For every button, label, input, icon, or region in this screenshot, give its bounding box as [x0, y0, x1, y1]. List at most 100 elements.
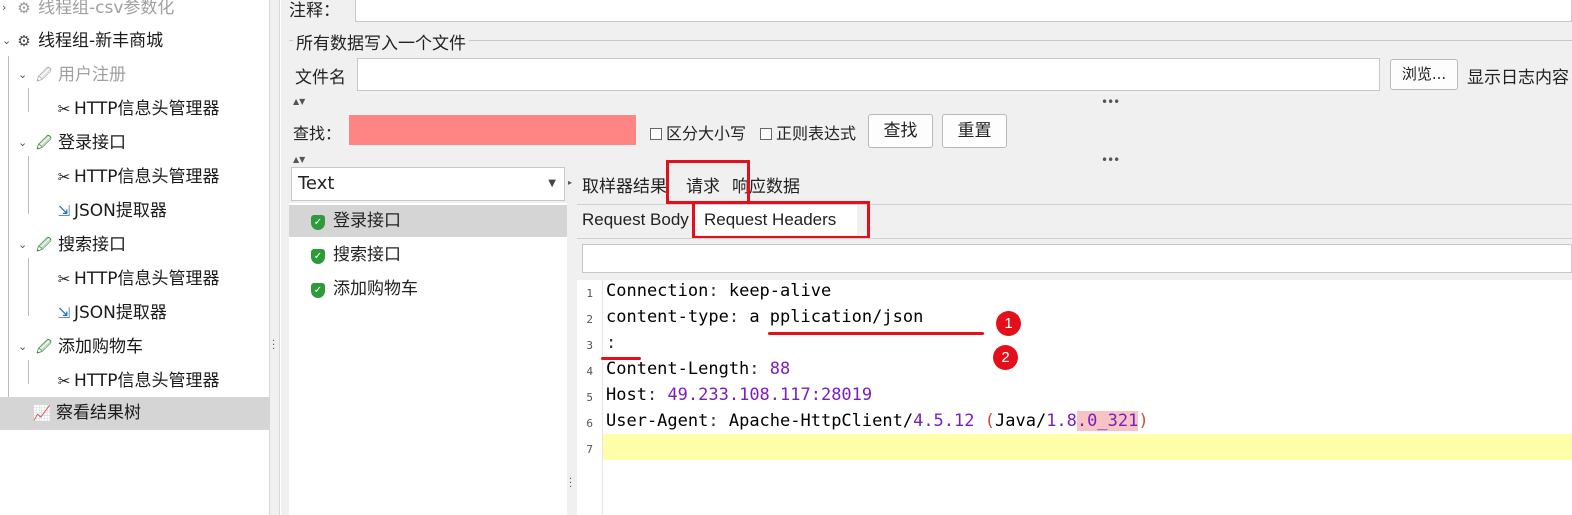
- tree-guide: [28, 88, 29, 112]
- header-value: a pplication/json: [749, 307, 924, 327]
- editor-filter-input[interactable]: [582, 244, 1572, 273]
- header-value: (: [984, 411, 995, 431]
- collapse-arrow-icon[interactable]: ⌄: [2, 26, 11, 56]
- tree-guide: [28, 360, 29, 384]
- checkbox-icon[interactable]: [760, 128, 772, 140]
- tree-item-add-cart[interactable]: ⌄ 🖉 添加购物车: [18, 332, 143, 362]
- chevron-down-icon[interactable]: ▼: [548, 168, 556, 200]
- code-text: Host: 49.233.108.117:28019: [606, 382, 872, 408]
- log-content-label: 显示日志内容: [1467, 68, 1569, 88]
- gear-icon: ⚙: [17, 32, 31, 50]
- tree-item-header-manager[interactable]: ✂ HTTP信息头管理器: [54, 264, 220, 294]
- header-key: Host: [606, 385, 647, 405]
- extractor-icon: ⇲: [57, 304, 71, 322]
- result-item[interactable]: ✓ 登录接口: [289, 205, 567, 237]
- group-border: [289, 40, 1572, 41]
- case-sensitive-checkbox[interactable]: 区分大小写: [650, 120, 746, 144]
- tree-item-header-manager[interactable]: ✂ HTTP信息头管理器: [54, 162, 220, 192]
- annotation-underline-colon: [601, 357, 641, 360]
- header-separator: :: [708, 411, 729, 431]
- result-item[interactable]: ✓ 搜索接口: [289, 239, 567, 271]
- wrench-icon: ✂: [57, 270, 71, 288]
- tree-item-header-manager[interactable]: ✂ HTTP信息头管理器: [54, 94, 220, 124]
- pipette-icon: 🖉: [36, 236, 52, 254]
- comment-input[interactable]: [355, 0, 1572, 22]
- annotation-box-request-tab: [666, 160, 750, 204]
- splitter-grip-icon: · · ·: [569, 474, 573, 493]
- filename-input[interactable]: [357, 58, 1380, 91]
- regex-checkbox[interactable]: 正则表达式: [760, 120, 856, 144]
- headers-editor[interactable]: 1 Connection: keep-alive 2 content-type:…: [577, 280, 1572, 515]
- annotation-underline-content-type: [768, 332, 984, 335]
- header-separator: :: [728, 307, 750, 327]
- tab-sampler-result[interactable]: 取样器结果: [582, 172, 667, 197]
- splitter-arrows-icon[interactable]: ▲▼: [293, 155, 305, 164]
- section-splitter[interactable]: ▲▼ •••: [281, 153, 1572, 167]
- extractor-icon: ⇲: [57, 202, 71, 220]
- browse-button[interactable]: 浏览...: [1390, 59, 1458, 90]
- tree-item-user-register[interactable]: ⌄ 🖉 用户注册: [18, 60, 126, 90]
- renderer-select[interactable]: Text ▼: [291, 167, 565, 201]
- results-splitter[interactable]: ▸ · · ·: [567, 160, 577, 515]
- success-shield-icon: ✓: [311, 283, 325, 298]
- search-label: 查找：: [293, 124, 342, 143]
- chart-icon: 📈: [32, 404, 52, 422]
- tree-item-header-manager[interactable]: ✂ HTTP信息头管理器: [54, 366, 220, 396]
- header-value: 1.8: [1046, 411, 1077, 431]
- tree-splitter[interactable]: · · ·: [270, 0, 280, 515]
- code-line: 4 Content-Length: 88: [577, 356, 1572, 382]
- find-button[interactable]: 查找: [868, 114, 933, 148]
- expand-arrow-icon[interactable]: ›: [2, 0, 6, 23]
- line-number: 6: [586, 417, 593, 430]
- header-value: .0_321: [1076, 411, 1139, 431]
- search-input[interactable]: [349, 115, 636, 145]
- section-splitter[interactable]: ▲▼ •••: [281, 95, 1572, 109]
- tab-request-body[interactable]: Request Body: [582, 210, 689, 230]
- header-separator: :: [606, 333, 617, 353]
- code-text: Connection: keep-alive: [606, 278, 831, 304]
- code-line: 6 User-Agent: Apache-HttpClient/4.5.12 (…: [577, 408, 1572, 434]
- header-separator: :: [708, 281, 729, 301]
- tree-item-view-results-tree[interactable]: 📈 察看结果树: [0, 397, 269, 430]
- splitter-arrows-icon[interactable]: ▲▼: [293, 97, 305, 106]
- tree-item-thread-group-csv[interactable]: › ⚙ 线程组-csv参数化: [2, 0, 174, 23]
- tree-guide: [8, 56, 9, 416]
- collapse-arrow-icon[interactable]: ⌄: [18, 332, 27, 362]
- header-value: 88: [769, 359, 791, 379]
- header-key: Connection: [606, 281, 709, 301]
- code-line-current: 7: [586, 434, 1572, 460]
- code-text: content-type: a pplication/json: [606, 304, 923, 330]
- header-value: Java/: [995, 411, 1047, 431]
- header-value: ): [1138, 411, 1149, 431]
- filename-label: 文件名: [295, 68, 346, 88]
- tree-item-search-api[interactable]: ⌄ 🖉 搜索接口: [18, 230, 126, 260]
- checkbox-icon[interactable]: [650, 128, 662, 140]
- collapse-arrow-icon[interactable]: ⌄: [18, 230, 27, 260]
- tree-guide: [28, 156, 29, 214]
- results-list[interactable]: ✓ 登录接口 ✓ 搜索接口 ✓ 添加购物车: [289, 203, 567, 515]
- reset-button[interactable]: 重置: [942, 114, 1007, 148]
- gear-icon: ⚙: [17, 0, 31, 17]
- tree-item-login-api[interactable]: ⌄ 🖉 登录接口: [18, 128, 126, 158]
- code-text: User-Agent: Apache-HttpClient/4.5.12 (Ja…: [606, 408, 1149, 434]
- test-plan-tree[interactable]: › ⚙ 线程组-csv参数化 ⌄ ⚙ 线程组-新丰商城 ⌄ 🖉 用户注册 ✂ HTTP信…: [0, 0, 270, 515]
- group-title: 所有数据写入一个文件: [293, 29, 469, 54]
- wrench-icon: ✂: [57, 100, 71, 118]
- tree-item-json-extractor[interactable]: ⇲ JSON提取器: [54, 298, 167, 328]
- code-line: 2 content-type: a pplication/json: [577, 304, 1572, 330]
- collapse-arrow-icon[interactable]: ⌄: [18, 60, 27, 90]
- view-results-tree-panel: 注释： 所有数据写入一个文件 文件名 浏览... 显示日志内容 ▲▼ ••• 查…: [281, 0, 1572, 515]
- annotation-marker-1: 1: [996, 311, 1021, 336]
- header-value: [975, 411, 985, 431]
- tree-item-thread-group-xinfeng[interactable]: ⌄ ⚙ 线程组-新丰商城: [2, 26, 163, 56]
- collapse-arrow-icon[interactable]: ⌄: [18, 128, 27, 158]
- tree-item-json-extractor[interactable]: ⇲ JSON提取器: [54, 196, 167, 226]
- comment-label: 注释：: [289, 1, 340, 21]
- splitter-grip-icon: •••: [1101, 95, 1120, 109]
- header-separator: :: [749, 359, 770, 379]
- header-key: Content-Length: [606, 359, 750, 379]
- result-item[interactable]: ✓ 添加购物车: [289, 273, 567, 305]
- wrench-icon: ✂: [57, 372, 71, 390]
- splitter-arrow-icon[interactable]: ▸: [568, 178, 572, 187]
- splitter-grip-icon: •••: [1101, 153, 1120, 167]
